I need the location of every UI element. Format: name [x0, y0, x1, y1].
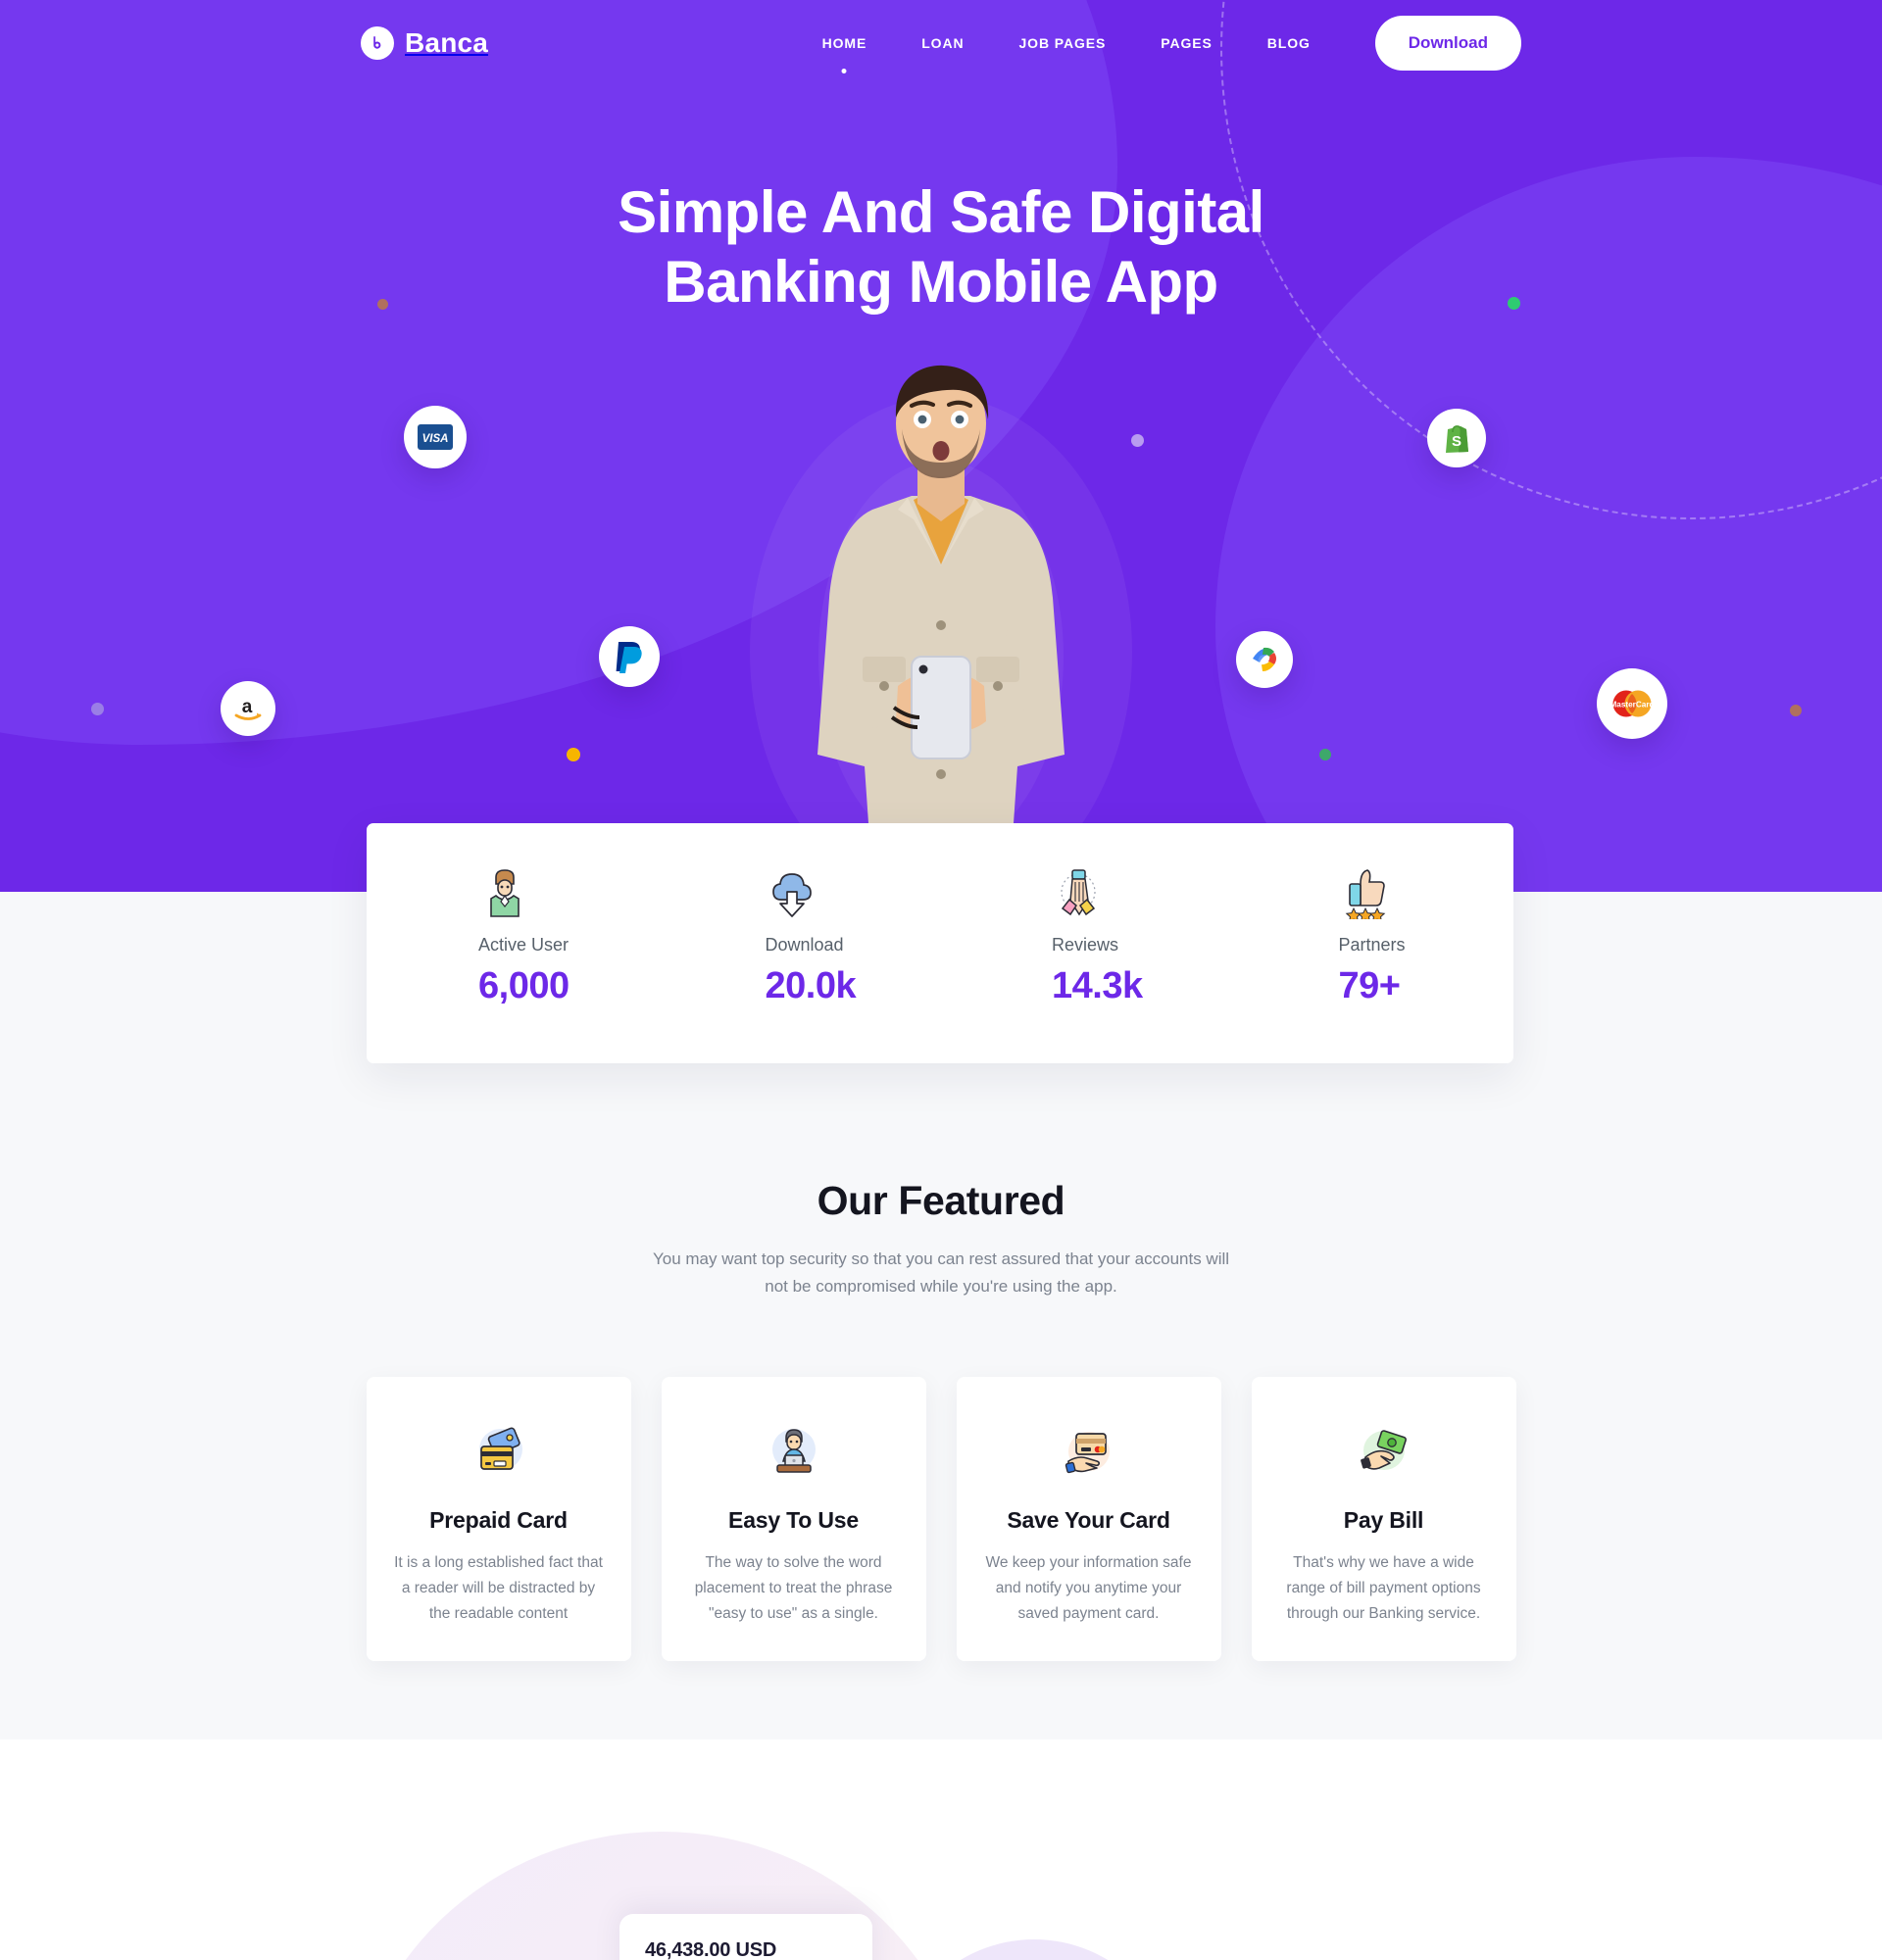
mastercard-icon: MasterCard — [1597, 668, 1667, 739]
decor-dot-lavender-2 — [91, 703, 104, 715]
easy-to-use-person-laptop-icon — [766, 1424, 822, 1481]
nav-item-pages[interactable]: PAGES — [1133, 35, 1239, 51]
partners-thumbsup-icon — [1339, 866, 1392, 923]
stat-partners: Partners 79+ — [1227, 866, 1514, 1063]
nav-item-job-pages[interactable]: JOB PAGES — [991, 35, 1133, 51]
decor-dot-lavender-1 — [1131, 434, 1144, 447]
stat-reviews: Reviews 14.3k — [940, 866, 1227, 1063]
active-user-icon — [478, 866, 531, 919]
feature-card-title: Prepaid Card — [429, 1507, 568, 1534]
nav-links: HOME LOAN JOB PAGES PAGES BLOG Download — [795, 16, 1521, 71]
hero-title-line-1: Simple And Safe Digital — [618, 179, 1264, 245]
feature-card-text: The way to solve the word placement to t… — [694, 1554, 893, 1623]
download-cloud-icon — [766, 866, 818, 919]
featured-cards: Prepaid Card It is a long established fa… — [0, 1377, 1882, 1662]
shopify-icon: S — [1427, 409, 1486, 467]
main-navbar: Banca HOME LOAN JOB PAGES PAGES BLOG Dow… — [0, 0, 1882, 86]
prepaid-card-icon — [470, 1424, 527, 1481]
pay-bill-cash-icon — [1356, 1424, 1412, 1481]
feature-card-title: Easy To Use — [728, 1507, 859, 1534]
stat-label: Download — [765, 935, 844, 955]
amazon-icon: a — [221, 681, 275, 736]
featured-subtitle: You may want top security so that you ca… — [652, 1250, 1230, 1297]
google-pay-icon — [1236, 631, 1293, 688]
decor-dot-yellow-1 — [567, 748, 580, 761]
feature-card-text: It is a long established fact that a rea… — [394, 1554, 603, 1623]
decor-dot-green-1 — [1508, 297, 1520, 310]
feature-card-title: Pay Bill — [1343, 1507, 1424, 1534]
feature-card-pay-bill[interactable]: Pay Bill That's why we have a wide range… — [1251, 1377, 1516, 1662]
feature-card-save-your-card[interactable]: Save Your Card We keep your information … — [956, 1377, 1221, 1662]
svg-text:a: a — [242, 697, 253, 717]
hero-title-line-2: Banking Mobile App — [664, 248, 1218, 315]
featured-title: Our Featured — [817, 1178, 1065, 1223]
banca-logo-icon — [361, 26, 394, 60]
nav-item-loan[interactable]: LOAN — [894, 35, 991, 51]
stat-value: 20.0k — [765, 965, 857, 1006]
feature-card-text: That's why we have a wide range of bill … — [1286, 1554, 1481, 1623]
decor-dot-orange-2 — [1790, 705, 1802, 716]
decor-dot-green-2 — [1319, 749, 1331, 760]
svg-text:MasterCard: MasterCard — [1610, 701, 1654, 710]
svg-text:VISA: VISA — [422, 433, 449, 445]
brand-name: Banca — [405, 27, 489, 58]
feature-card-prepaid-card[interactable]: Prepaid Card It is a long established fa… — [366, 1377, 631, 1662]
reviews-handshake-icon — [1052, 866, 1105, 919]
nav-item-blog[interactable]: BLOG — [1240, 35, 1338, 51]
balance-card: 46,438.00 USD — [619, 1914, 872, 1960]
svg-text:S: S — [1452, 433, 1461, 450]
stat-value: 14.3k — [1052, 965, 1143, 1006]
brand-logo-link[interactable]: Banca — [361, 26, 488, 60]
balance-amount: 46,438.00 USD — [645, 1939, 777, 1960]
decor-dot-orange-1 — [377, 299, 388, 310]
download-button[interactable]: Download — [1374, 16, 1521, 71]
hero-title: Simple And Safe Digital Banking Mobile A… — [0, 178, 1882, 318]
stat-download: Download 20.0k — [654, 866, 941, 1063]
app-preview-section: 46,438.00 USD — [0, 1740, 1882, 1960]
feature-card-title: Save Your Card — [1007, 1507, 1170, 1534]
stat-value: 79+ — [1338, 965, 1401, 1006]
stat-label: Reviews — [1052, 935, 1119, 955]
feature-card-easy-to-use[interactable]: Easy To Use The way to solve the word pl… — [661, 1377, 926, 1662]
stat-active-user: Active User 6,000 — [367, 866, 654, 1063]
stat-value: 6,000 — [478, 965, 570, 1006]
nav-item-home[interactable]: HOME — [795, 35, 895, 51]
paypal-icon — [599, 626, 660, 687]
stat-label: Partners — [1338, 935, 1406, 955]
hero-section: Banca HOME LOAN JOB PAGES PAGES BLOG Dow… — [0, 0, 1882, 892]
stats-card: Active User 6,000 Download 20.0k Reviews… — [367, 823, 1513, 1063]
feature-card-text: We keep your information safe and notify… — [985, 1554, 1192, 1623]
stat-label: Active User — [478, 935, 570, 955]
save-your-card-icon — [1061, 1424, 1117, 1481]
bottom-decor-blob-2 — [892, 1939, 1176, 1960]
hero-person-image — [804, 363, 1078, 823]
visa-icon: VISA — [404, 406, 467, 468]
